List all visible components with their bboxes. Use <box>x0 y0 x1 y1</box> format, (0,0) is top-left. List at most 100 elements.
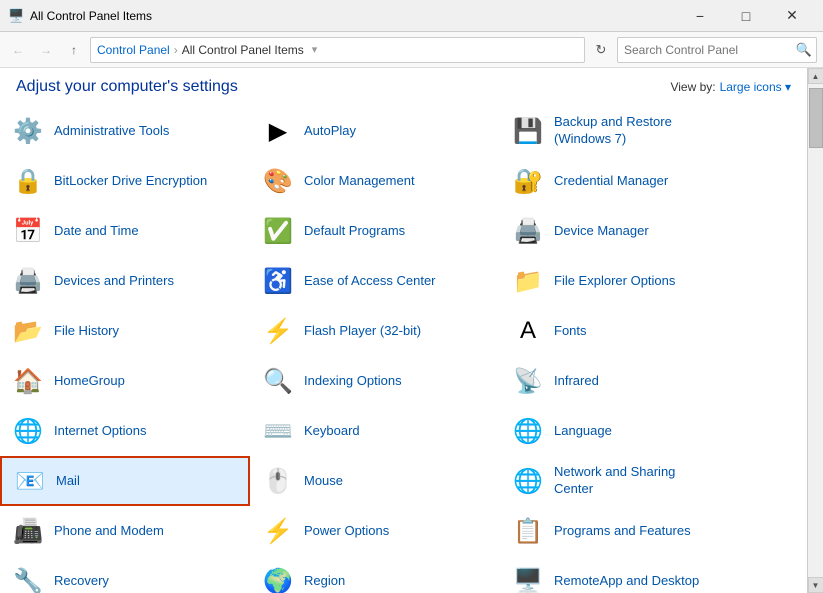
flash-player-icon: ⚡ <box>262 315 294 347</box>
file-explorer-icon: 📁 <box>512 265 544 297</box>
item-homegroup[interactable]: 🏠 HomeGroup <box>0 356 250 406</box>
item-phone-modem[interactable]: 📠 Phone and Modem <box>0 506 250 556</box>
item-file-explorer[interactable]: 📁File Explorer Options <box>500 256 807 306</box>
region-icon: 🌍 <box>262 565 294 593</box>
item-ease-access[interactable]: ♿ Ease of Access Center <box>250 256 500 306</box>
item-fonts[interactable]: AFonts <box>500 306 807 356</box>
remoteapp-label: RemoteApp and Desktop <box>554 573 699 590</box>
panel-header: Adjust your computer's settings View by:… <box>0 68 807 102</box>
window-title: All Control Panel Items <box>30 9 677 23</box>
mail-label: Mail <box>56 473 80 490</box>
item-language[interactable]: 🌐Language <box>500 406 807 456</box>
programs-features-label: Programs and Features <box>554 523 691 540</box>
window-controls: − □ ✕ <box>677 0 815 32</box>
item-region[interactable]: 🌍 Region <box>250 556 500 593</box>
keyboard-label: Keyboard <box>304 423 360 440</box>
item-remoteapp[interactable]: 🖥️RemoteApp and Desktop <box>500 556 807 593</box>
item-file-history[interactable]: 📂File History <box>0 306 250 356</box>
admin-tools-label: Administrative Tools <box>54 123 169 140</box>
region-label: Region <box>304 573 345 590</box>
homegroup-icon: 🏠 <box>12 365 44 397</box>
admin-tools-icon: ⚙️ <box>12 115 44 147</box>
programs-features-icon: 📋 <box>512 515 544 547</box>
up-button[interactable]: ↑ <box>62 38 86 62</box>
flash-player-label: Flash Player (32-bit) <box>304 323 421 340</box>
breadcrumb-sep-1: › <box>174 43 178 57</box>
item-keyboard[interactable]: ⌨️Keyboard <box>250 406 500 456</box>
items-grid: ⚙️ Administrative Tools ▶AutoPlay💾Backup a… <box>0 106 807 593</box>
maximize-button[interactable]: □ <box>723 0 769 32</box>
item-color-mgmt[interactable]: 🎨Color Management <box>250 156 500 206</box>
phone-modem-label: Phone and Modem <box>54 523 164 540</box>
items-container: ⚙️ Administrative Tools ▶AutoPlay💾Backup a… <box>0 102 807 593</box>
breadcrumb-bar: Control Panel › All Control Panel Items … <box>90 37 585 63</box>
infrared-icon: 📡 <box>512 365 544 397</box>
item-flash-player[interactable]: ⚡ Flash Player (32-bit) <box>250 306 500 356</box>
datetime-icon: 📅 <box>12 215 44 247</box>
item-mouse[interactable]: 🖱️Mouse <box>250 456 500 506</box>
item-credential[interactable]: 🔐 Credential Manager <box>500 156 807 206</box>
back-button[interactable]: ← <box>6 38 30 62</box>
credential-icon: 🔐 <box>512 165 544 197</box>
item-mail[interactable]: 📧 Mail <box>0 456 250 506</box>
item-admin-tools[interactable]: ⚙️ Administrative Tools <box>0 106 250 156</box>
credential-label: Credential Manager <box>554 173 668 190</box>
scrollbar-down-button[interactable]: ▼ <box>808 577 823 593</box>
indexing-label: Indexing Options <box>304 373 402 390</box>
breadcrumb-dropdown-icon[interactable]: ▾ <box>312 43 318 56</box>
fonts-icon: A <box>512 315 544 347</box>
item-power-options[interactable]: ⚡ Power Options <box>250 506 500 556</box>
item-internet-options[interactable]: 🌐Internet Options <box>0 406 250 456</box>
backup-restore-label: Backup and Restore (Windows 7) <box>554 114 672 148</box>
recovery-label: Recovery <box>54 573 109 590</box>
internet-options-icon: 🌐 <box>12 415 44 447</box>
item-network-sharing[interactable]: 🌐Network and Sharing Center <box>500 456 807 506</box>
mail-icon: 📧 <box>14 465 46 497</box>
item-infrared[interactable]: 📡 Infrared <box>500 356 807 406</box>
homegroup-label: HomeGroup <box>54 373 125 390</box>
addressbar: ← → ↑ Control Panel › All Control Panel … <box>0 32 823 68</box>
breadcrumb-control-panel[interactable]: Control Panel <box>97 43 170 57</box>
datetime-label: Date and Time <box>54 223 139 240</box>
phone-modem-icon: 📠 <box>12 515 44 547</box>
ease-access-label: Ease of Access Center <box>304 273 436 290</box>
power-options-label: Power Options <box>304 523 389 540</box>
search-input[interactable] <box>618 43 792 57</box>
scrollbar-up-button[interactable]: ▲ <box>808 68 823 84</box>
item-devices-printers[interactable]: 🖨️ Devices and Printers <box>0 256 250 306</box>
scrollbar-thumb[interactable] <box>809 88 823 148</box>
item-autoplay[interactable]: ▶AutoPlay <box>250 106 500 156</box>
search-icon[interactable]: 🔍 <box>792 38 816 62</box>
scrollbar-track: ▲ ▼ <box>807 68 823 593</box>
mouse-label: Mouse <box>304 473 343 490</box>
file-history-label: File History <box>54 323 119 340</box>
bitlocker-icon: 🔒 <box>12 165 44 197</box>
language-icon: 🌐 <box>512 415 544 447</box>
refresh-button[interactable]: ↻ <box>589 38 613 62</box>
network-sharing-icon: 🌐 <box>512 465 544 497</box>
item-recovery[interactable]: 🔧Recovery <box>0 556 250 593</box>
forward-button[interactable]: → <box>34 38 58 62</box>
ease-access-icon: ♿ <box>262 265 294 297</box>
devices-printers-label: Devices and Printers <box>54 273 174 290</box>
panel-title: Adjust your computer's settings <box>16 78 238 96</box>
devices-printers-icon: 🖨️ <box>12 265 44 297</box>
item-bitlocker[interactable]: 🔒 BitLocker Drive Encryption <box>0 156 250 206</box>
view-by-label: View by: <box>670 80 715 94</box>
item-programs-features[interactable]: 📋 Programs and Features <box>500 506 807 556</box>
breadcrumb-current: All Control Panel Items <box>182 43 304 57</box>
close-button[interactable]: ✕ <box>769 0 815 32</box>
bitlocker-label: BitLocker Drive Encryption <box>54 173 207 190</box>
minimize-button[interactable]: − <box>677 0 723 32</box>
item-device-mgr[interactable]: 🖨️Device Manager <box>500 206 807 256</box>
view-by-value[interactable]: Large icons ▾ <box>720 80 791 94</box>
item-indexing[interactable]: 🔍Indexing Options <box>250 356 500 406</box>
device-mgr-label: Device Manager <box>554 223 649 240</box>
color-mgmt-label: Color Management <box>304 173 415 190</box>
view-by-control: View by: Large icons ▾ <box>670 80 791 94</box>
power-options-icon: ⚡ <box>262 515 294 547</box>
item-backup-restore[interactable]: 💾Backup and Restore (Windows 7) <box>500 106 807 156</box>
item-datetime[interactable]: 📅 Date and Time <box>0 206 250 256</box>
item-default-prog[interactable]: ✅Default Programs <box>250 206 500 256</box>
infrared-label: Infrared <box>554 373 599 390</box>
